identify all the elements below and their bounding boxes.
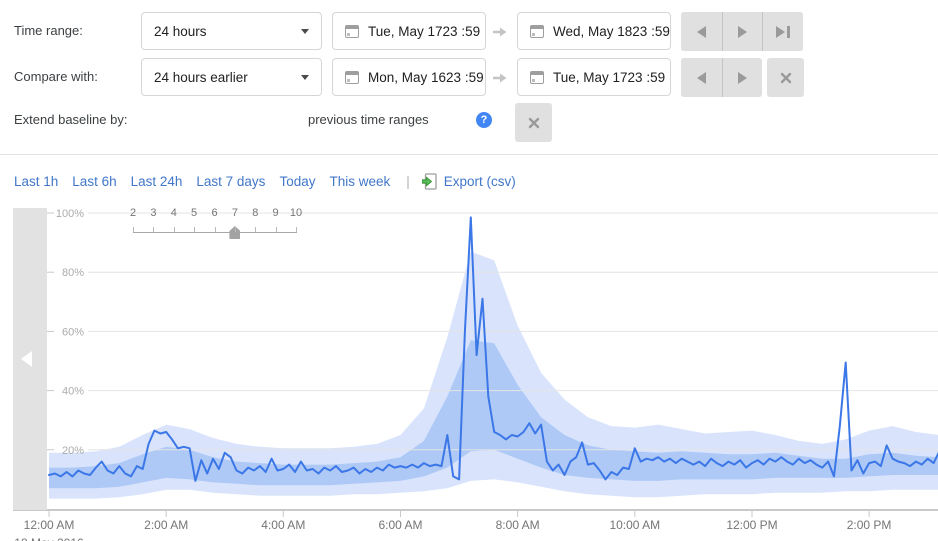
- quick-link-this-week[interactable]: This week: [329, 174, 390, 189]
- calendar-icon: [345, 70, 359, 84]
- links-separator: |: [406, 174, 410, 189]
- x-axis-label: 2:00 AM: [144, 518, 188, 532]
- slider-tick-label: 2: [129, 207, 137, 219]
- time-range-row: Time range: 24 hours Tue, May 17 23 :59 …: [0, 12, 938, 51]
- next-icon: [737, 71, 747, 84]
- x-axis-label: 12:00 AM: [24, 518, 75, 532]
- time-range-select[interactable]: 24 hours: [141, 12, 322, 50]
- arrow-right-icon: [492, 25, 509, 43]
- quick-link-last-1h[interactable]: Last 1h: [14, 174, 58, 189]
- calendar-icon: [345, 24, 359, 38]
- y-axis-label: 80%: [62, 267, 84, 279]
- previous-icon: [696, 71, 706, 84]
- x-axis-label: 2:00 PM: [847, 518, 892, 532]
- chevron-down-icon: [301, 74, 309, 80]
- x-axis-label: 10:00 AM: [609, 518, 660, 532]
- time-range-end-input[interactable]: Wed, May 18 23 :59: [517, 12, 671, 50]
- close-icon: [528, 117, 539, 128]
- extend-baseline-row: Extend baseline by: 2 3 4 5 6 7 8 9 10 previous …: [0, 103, 938, 239]
- slider-tick-mark: [234, 227, 236, 232]
- help-icon[interactable]: ?: [476, 112, 492, 128]
- compare-end-time-text: 23 :59: [627, 69, 666, 85]
- slider-tick-label: 4: [170, 207, 177, 219]
- export-csv-label: Export (csv): [443, 174, 516, 189]
- slider-tick-label: 7: [231, 207, 238, 219]
- start-time-text: 23 :59: [442, 23, 481, 39]
- time-range-jump-to-latest-button[interactable]: [762, 12, 803, 51]
- calendar-icon: [530, 24, 544, 38]
- compare-step-back-button[interactable]: [681, 58, 722, 97]
- compare-with-row: Compare with: 24 hours earlier Mon, May …: [0, 58, 938, 97]
- compare-with-label: Compare with:: [14, 69, 98, 84]
- skip-to-end-icon: [775, 25, 785, 38]
- close-icon: [780, 72, 791, 83]
- slider-tick-label: 10: [289, 207, 303, 219]
- time-range-start-input[interactable]: Tue, May 17 23 :59: [332, 12, 486, 50]
- section-divider: [0, 154, 938, 155]
- collapse-left-arrow-icon: [21, 351, 32, 367]
- slider-tick-label: 5: [191, 207, 198, 219]
- compare-start-date-text: Mon, May 16: [368, 69, 447, 85]
- clear-baseline-button[interactable]: [515, 103, 552, 142]
- y-axis-label: 100%: [56, 208, 84, 220]
- extend-baseline-suffix: previous time ranges: [308, 112, 429, 127]
- quick-link-last-24h[interactable]: Last 24h: [131, 174, 183, 189]
- slider-tick-mark: [275, 227, 277, 232]
- compare-with-select[interactable]: 24 hours earlier: [141, 58, 322, 96]
- quick-links-bar: Last 1h Last 6h Last 24h Last 7 days Tod…: [14, 173, 516, 190]
- extend-baseline-label: Extend baseline by:: [14, 112, 128, 127]
- compare-end-input[interactable]: Tue, May 17 23 :59: [517, 58, 671, 96]
- start-date-text: Tue, May 17: [368, 23, 443, 39]
- time-range-step-forward-button[interactable]: [721, 12, 762, 51]
- monitoring-panel: 20% 40% 60% 80% 100% 12:00 AM 2:00 AM 4:00 AM 6:…: [0, 0, 938, 541]
- slider-tick-label: 3: [150, 207, 157, 219]
- extend-baseline-slider[interactable]: 2 3 4 5 6 7 8 9 10: [129, 207, 302, 243]
- compare-with-select-value: 24 hours earlier: [154, 69, 248, 85]
- quick-link-last-6h[interactable]: Last 6h: [72, 174, 116, 189]
- collapse-chart-panel-handle[interactable]: [13, 208, 47, 510]
- slider-tick-mark: [214, 227, 216, 232]
- x-axis-label: 4:00 AM: [261, 518, 305, 532]
- quick-link-last-7-days[interactable]: Last 7 days: [196, 174, 265, 189]
- compare-step-forward-button[interactable]: [721, 58, 762, 97]
- export-csv-link[interactable]: Export (csv): [421, 173, 516, 190]
- slider-tick-mark: [133, 227, 134, 232]
- export-csv-icon: [421, 173, 437, 190]
- slider-tick-label: 6: [211, 207, 218, 219]
- time-range-label: Time range:: [14, 23, 83, 38]
- slider-tick-mark: [173, 227, 175, 232]
- y-axis-label: 60%: [62, 326, 84, 338]
- end-time-text: 23 :59: [632, 23, 670, 39]
- time-range-nav-group: [681, 12, 803, 51]
- compare-start-time-text: 23 :59: [446, 69, 484, 85]
- slider-tick-mark: [194, 227, 196, 232]
- y-axis-label: 40%: [62, 386, 84, 398]
- calendar-icon: [530, 70, 544, 84]
- time-range-select-value: 24 hours: [154, 23, 207, 39]
- slider-tick-mark: [296, 227, 297, 232]
- quick-link-today[interactable]: Today: [279, 174, 315, 189]
- slider-tick-mark: [255, 227, 257, 232]
- time-range-step-back-button[interactable]: [681, 12, 722, 51]
- previous-icon: [696, 25, 706, 38]
- compare-end-date-text: Tue, May 17: [553, 69, 628, 85]
- x-axis-label: 12:00 PM: [726, 518, 777, 532]
- slider-tick-label: 8: [252, 207, 259, 219]
- slider-tick-mark: [153, 227, 155, 232]
- y-axis-label: 20%: [62, 445, 84, 457]
- compare-start-input[interactable]: Mon, May 16 23 :59: [332, 58, 486, 96]
- next-icon: [737, 25, 747, 38]
- x-axis-label: 6:00 AM: [378, 518, 422, 532]
- slider-tick-label: 9: [272, 207, 279, 219]
- remove-comparison-button[interactable]: [767, 58, 804, 97]
- slider-track[interactable]: [133, 232, 297, 233]
- x-axis-label: 8:00 AM: [496, 518, 540, 532]
- chevron-down-icon: [301, 28, 309, 34]
- arrow-right-icon: [492, 71, 509, 89]
- x-axis-date-label: 18 May 2016: [14, 536, 84, 541]
- compare-nav-group: [681, 58, 762, 97]
- end-date-text: Wed, May 18: [553, 23, 633, 39]
